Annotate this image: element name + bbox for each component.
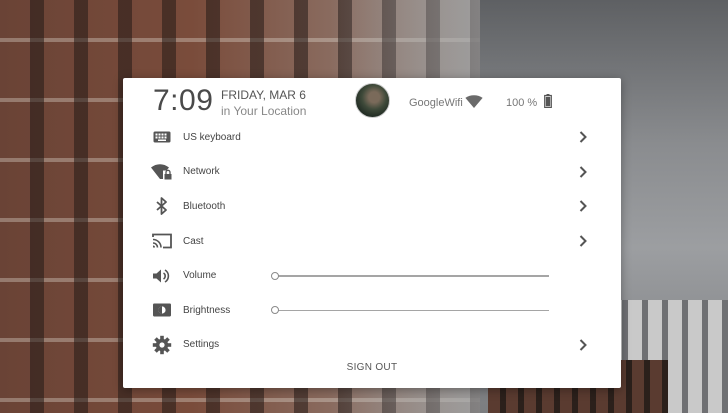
menu-item-label: US keyboard	[183, 131, 241, 143]
menu-item-label: Settings	[183, 339, 220, 351]
menu-item-brightness: Brightness	[123, 293, 621, 328]
chevron-right-icon	[579, 200, 587, 213]
cast-icon	[151, 230, 173, 252]
menu-item-bluetooth[interactable]: Bluetooth	[123, 189, 621, 224]
clock-location: in Your Location	[221, 104, 307, 118]
wifi-lock-icon	[151, 161, 173, 183]
chevron-right-icon	[579, 166, 587, 178]
battery-percent[interactable]: 100 %	[506, 97, 537, 109]
brightness-icon	[151, 299, 173, 321]
slider-thumb[interactable]	[271, 306, 279, 315]
keyboard-icon	[151, 126, 173, 148]
menu-item-label: Volume	[183, 270, 217, 282]
gear-icon	[151, 334, 173, 356]
avatar[interactable]	[355, 83, 390, 118]
chevron-right-icon	[579, 235, 587, 247]
volume-icon[interactable]	[151, 265, 173, 287]
clock-date: FRIDAY, MAR 6	[221, 88, 306, 102]
bluetooth-icon	[151, 195, 173, 217]
menu-item-cast[interactable]: Cast	[123, 224, 621, 259]
menu-item-label: Network	[183, 166, 220, 178]
sign-out-button[interactable]: SIGN OUT	[123, 362, 621, 373]
wifi-icon[interactable]	[465, 95, 483, 109]
menu-item-volume: Volume	[123, 258, 621, 293]
menu-item-keyboard[interactable]: US keyboard	[123, 120, 621, 155]
menu-item-label: Bluetooth	[183, 200, 226, 212]
volume-slider[interactable]	[271, 270, 549, 282]
brightness-slider[interactable]	[271, 304, 549, 316]
slider-thumb[interactable]	[271, 271, 279, 280]
network-name[interactable]: GoogleWifi	[409, 97, 463, 109]
clock-time[interactable]: 7:09	[153, 84, 213, 118]
slider-track	[275, 275, 549, 277]
menu-item-label: Cast	[183, 235, 204, 247]
tray-menu: US keyboard Network Bluetooth Cast Volum…	[123, 120, 621, 362]
system-tray-panel: 7:09 FRIDAY, MAR 6 in Your Location Goog…	[123, 78, 621, 388]
menu-item-network[interactable]: Network	[123, 155, 621, 190]
chevron-right-icon	[579, 131, 587, 144]
menu-item-label: Brightness	[183, 304, 231, 316]
tray-header: 7:09 FRIDAY, MAR 6 in Your Location Goog…	[123, 78, 621, 124]
menu-item-settings[interactable]: Settings	[123, 328, 621, 363]
slider-track	[275, 309, 549, 312]
chevron-right-icon	[579, 339, 587, 351]
battery-icon[interactable]	[544, 94, 552, 108]
